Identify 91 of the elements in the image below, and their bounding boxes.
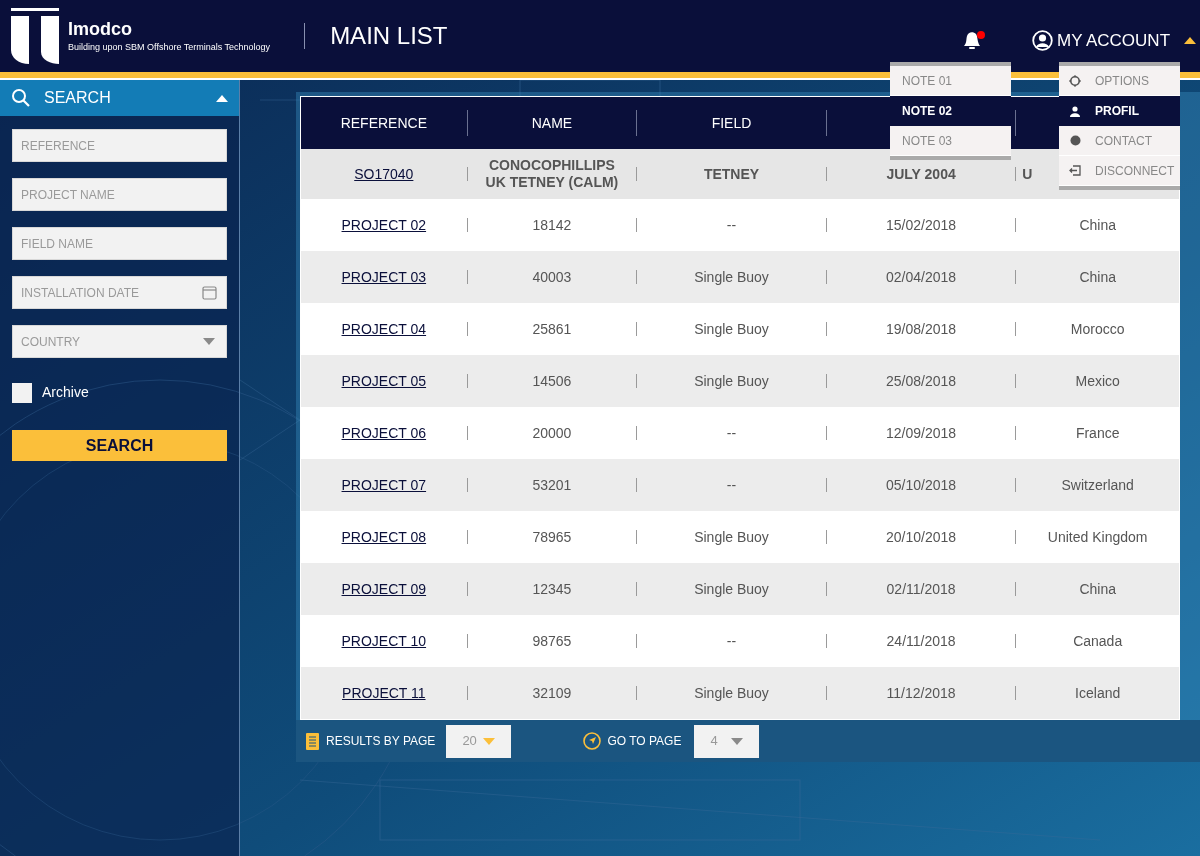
table-cell: -- [726, 476, 737, 494]
table-cell-text: TETNEY [702, 165, 761, 183]
account-menu-item[interactable]: PROFIL [1059, 96, 1180, 126]
table-cell: Morocco [1070, 320, 1125, 338]
input-field[interactable]: INSTALLATION DATE [12, 276, 227, 309]
table-cell: 11/12/2018 [886, 684, 956, 702]
table-cell: 53201 [532, 476, 572, 494]
table-cell: Single Buoy [694, 372, 769, 390]
input-field[interactable]: FIELD NAME [12, 227, 227, 260]
table-cell: 78965 [532, 528, 572, 546]
user-icon [1032, 30, 1053, 52]
dropdown-caret-icon [483, 737, 496, 745]
country-select[interactable]: COUNTRY [12, 325, 227, 358]
input-field[interactable]: REFERENCE [12, 129, 227, 162]
table-cell: 19/08/2018 [886, 320, 957, 338]
person-icon [1070, 105, 1080, 117]
reference-link[interactable]: SO17040 [354, 163, 414, 185]
account-button[interactable]: MY ACCOUNT [1032, 28, 1197, 54]
collapse-caret-icon [216, 94, 228, 102]
table-cell-text: JULY 2004 [885, 165, 957, 183]
table-cell: Switzerland [1061, 476, 1134, 494]
table-cell: France [1075, 424, 1120, 442]
table-cell: 12/09/2018 [886, 424, 957, 442]
table-cell: Canada [1073, 632, 1123, 650]
brand-tagline: Building upon SBM Offshore Terminals Technology [68, 41, 271, 53]
logo-icon [11, 8, 61, 64]
reference-link[interactable]: PROJECT 08 [341, 526, 427, 548]
reference-link[interactable]: PROJECT 04 [341, 318, 427, 340]
table-cell: 02/11/2018 [886, 580, 956, 598]
dropdown-caret-icon [731, 737, 744, 745]
note-item[interactable]: NOTE 02 [890, 96, 1011, 126]
goto-label: GO TO PAGE [607, 733, 682, 750]
table-cell: 14506 [532, 372, 572, 390]
table-cell: Single Buoy [694, 580, 769, 598]
brand-name: Imodco [68, 19, 133, 39]
table-cell: U [1022, 165, 1033, 183]
column-header: REFERENCE [340, 113, 427, 133]
reference-link[interactable]: PROJECT 02 [341, 214, 427, 236]
table-cell: 02/04/2018 [886, 268, 957, 286]
table-cell: China [1079, 216, 1116, 234]
table-cell: 15/02/2018 [886, 216, 957, 234]
archive-checkbox[interactable] [12, 382, 32, 403]
reference-link[interactable]: PROJECT 06 [341, 422, 427, 444]
table-cell: -- [726, 632, 737, 650]
input-field[interactable]: PROJECT NAME [12, 178, 227, 211]
reference-link[interactable]: PROJECT 05 [341, 370, 427, 392]
dropdown-caret-icon [203, 338, 215, 345]
table-cell: 25861 [532, 320, 572, 338]
table-cell: China [1079, 268, 1116, 286]
document-icon [306, 732, 319, 750]
table-cell: Single Buoy [694, 268, 769, 286]
calendar-icon [202, 285, 217, 300]
page-title: MAIN LIST [330, 21, 448, 51]
reference-link[interactable]: PROJECT 07 [341, 474, 427, 496]
column-header: NAME [531, 113, 573, 133]
reference-link[interactable]: PROJECT 11 [342, 682, 426, 704]
chat-icon [1069, 135, 1081, 146]
table-cell: Iceland [1075, 684, 1121, 702]
reference-link[interactable]: PROJECT 10 [341, 630, 427, 652]
caret-icon [1184, 37, 1197, 45]
table-cell: 24/11/2018 [886, 632, 956, 650]
table-cell-text: CONOCOPHILLIPS UK TETNEY (CALM) [484, 157, 620, 191]
search-icon [11, 88, 31, 108]
table-cell: 18142 [532, 216, 572, 234]
table-cell: 25/08/2018 [886, 372, 957, 390]
navigation-icon [583, 732, 602, 750]
reference-link[interactable]: PROJECT 09 [341, 578, 427, 600]
table-cell: 98765 [532, 632, 572, 650]
reference-link[interactable]: PROJECT 03 [341, 266, 427, 288]
logout-icon [1069, 165, 1081, 176]
table-cell: Single Buoy [694, 528, 769, 546]
table-cell: 32109 [532, 684, 572, 702]
gear-icon [1069, 74, 1081, 87]
table-cell: 20/10/2018 [886, 528, 957, 546]
table-cell: Single Buoy [694, 320, 769, 338]
table-cell: 05/10/2018 [886, 476, 957, 494]
notification-button[interactable] [962, 29, 986, 51]
search-panel-header[interactable]: SEARCH [0, 80, 239, 116]
search-button[interactable]: SEARCH [12, 430, 227, 461]
table-cell: China [1079, 580, 1116, 598]
table-cell: 12345 [532, 580, 572, 598]
results-label: RESULTS BY PAGE [326, 733, 436, 750]
column-header: FIELD [711, 113, 752, 133]
table-cell: United Kingdom [1047, 528, 1148, 546]
table-cell: Mexico [1075, 372, 1120, 390]
table-cell: -- [726, 424, 737, 442]
table-cell: Single Buoy [694, 684, 769, 702]
table-cell: 40003 [532, 268, 572, 286]
archive-label: Archive [42, 383, 89, 402]
table-cell: -- [726, 216, 737, 234]
table-cell: 20000 [532, 424, 572, 442]
